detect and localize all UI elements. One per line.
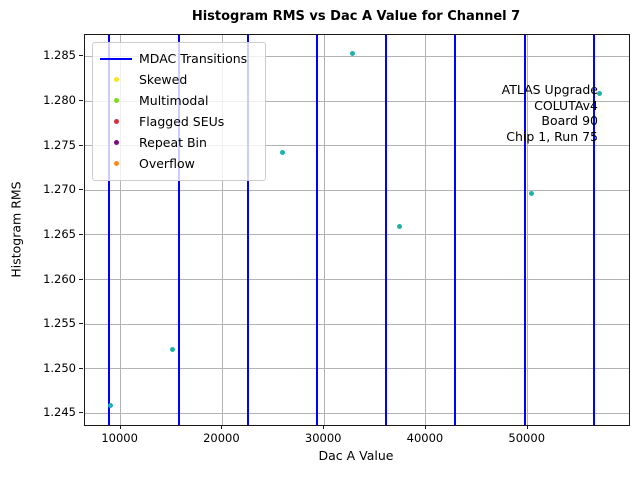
legend-item-mdac-transitions: MDAC Transitions (93, 48, 265, 69)
plot-annotation: ATLAS Upgrade COLUTAv4 Board 90 Chip 1, … (502, 82, 598, 144)
y-tick-label: 1.250 (36, 361, 76, 375)
x-tick-mark (425, 425, 426, 429)
x-tick-label: 10000 (101, 431, 138, 445)
x-tick-label: 40000 (407, 431, 444, 445)
x-tick-label: 30000 (305, 431, 342, 445)
mdac-transition-line (316, 35, 318, 425)
x-gridline (425, 35, 426, 425)
annotation-line-4: Chip 1, Run 75 (502, 129, 598, 145)
scatter-point (529, 191, 534, 196)
figure: Histogram RMS vs Dac A Value for Channel… (0, 0, 640, 480)
x-tick-mark (221, 425, 222, 429)
y-tick-mark (79, 323, 83, 324)
y-tick-label: 1.245 (36, 405, 76, 419)
y-tick-label: 1.260 (36, 272, 76, 286)
y-gridline (85, 279, 629, 280)
y-tick-mark (79, 412, 83, 413)
y-axis-label: Histogram RMS (9, 170, 24, 290)
scatter-point (280, 150, 285, 155)
legend-marker-cell (93, 161, 139, 166)
mdac-transition-line (385, 35, 387, 425)
y-tick-label: 1.275 (36, 138, 76, 152)
y-tick-label: 1.255 (36, 316, 76, 330)
y-gridline (85, 190, 629, 191)
legend-item-label: Repeat Bin (139, 135, 207, 150)
legend-marker-cell (93, 119, 139, 124)
legend-item-repeat-bin: Repeat Bin (93, 132, 265, 153)
y-tick-mark (79, 145, 83, 146)
legend-line-marker-icon (100, 58, 132, 60)
annotation-line-3: Board 90 (502, 113, 598, 129)
y-tick-label: 1.285 (36, 48, 76, 62)
legend-item-multimodal: Multimodal (93, 90, 265, 111)
legend-marker-cell (93, 77, 139, 82)
scatter-point (397, 224, 402, 229)
x-tick-mark (323, 425, 324, 429)
legend-item-overflow: Overflow (93, 153, 265, 174)
y-tick-mark (79, 234, 83, 235)
legend-item-label: Flagged SEUs (139, 114, 224, 129)
legend-item-label: Overflow (139, 156, 195, 171)
legend-item-label: Skewed (139, 72, 187, 87)
scatter-point (350, 51, 355, 56)
y-gridline (85, 234, 629, 235)
x-gridline (324, 35, 325, 425)
x-tick-mark (527, 425, 528, 429)
y-tick-mark (79, 189, 83, 190)
legend-marker-cell (93, 98, 139, 103)
legend-item-label: MDAC Transitions (139, 51, 247, 66)
y-tick-label: 1.270 (36, 182, 76, 196)
scatter-point (170, 347, 175, 352)
legend-item-flagged-seus: Flagged SEUs (93, 111, 265, 132)
legend-dot-marker-icon (114, 140, 119, 145)
mdac-transition-line (454, 35, 456, 425)
scatter-point (597, 91, 602, 96)
legend-dot-marker-icon (114, 119, 119, 124)
legend-marker-cell (93, 140, 139, 145)
y-tick-mark (79, 279, 83, 280)
x-tick-label: 20000 (203, 431, 240, 445)
legend-box: MDAC Transitions Skewed Multimodal Flagged … (92, 42, 266, 181)
legend-dot-marker-icon (114, 161, 119, 166)
x-tick-mark (120, 425, 121, 429)
annotation-line-1: ATLAS Upgrade (502, 82, 598, 98)
legend-dot-marker-icon (114, 77, 119, 82)
y-gridline (85, 324, 629, 325)
x-axis-label: Dac A Value (84, 448, 628, 463)
y-tick-mark (79, 100, 83, 101)
scatter-point (108, 403, 113, 408)
y-tick-mark (79, 55, 83, 56)
y-gridline (85, 413, 629, 414)
legend-marker-cell (93, 58, 139, 60)
legend-dot-marker-icon (114, 98, 119, 103)
y-tick-mark (79, 368, 83, 369)
y-tick-label: 1.265 (36, 227, 76, 241)
y-gridline (85, 368, 629, 369)
x-tick-label: 50000 (508, 431, 545, 445)
legend-item-label: Multimodal (139, 93, 208, 108)
y-tick-label: 1.280 (36, 93, 76, 107)
chart-title: Histogram RMS vs Dac A Value for Channel… (84, 9, 628, 24)
annotation-line-2: COLUTAv4 (502, 98, 598, 114)
legend-item-skewed: Skewed (93, 69, 265, 90)
